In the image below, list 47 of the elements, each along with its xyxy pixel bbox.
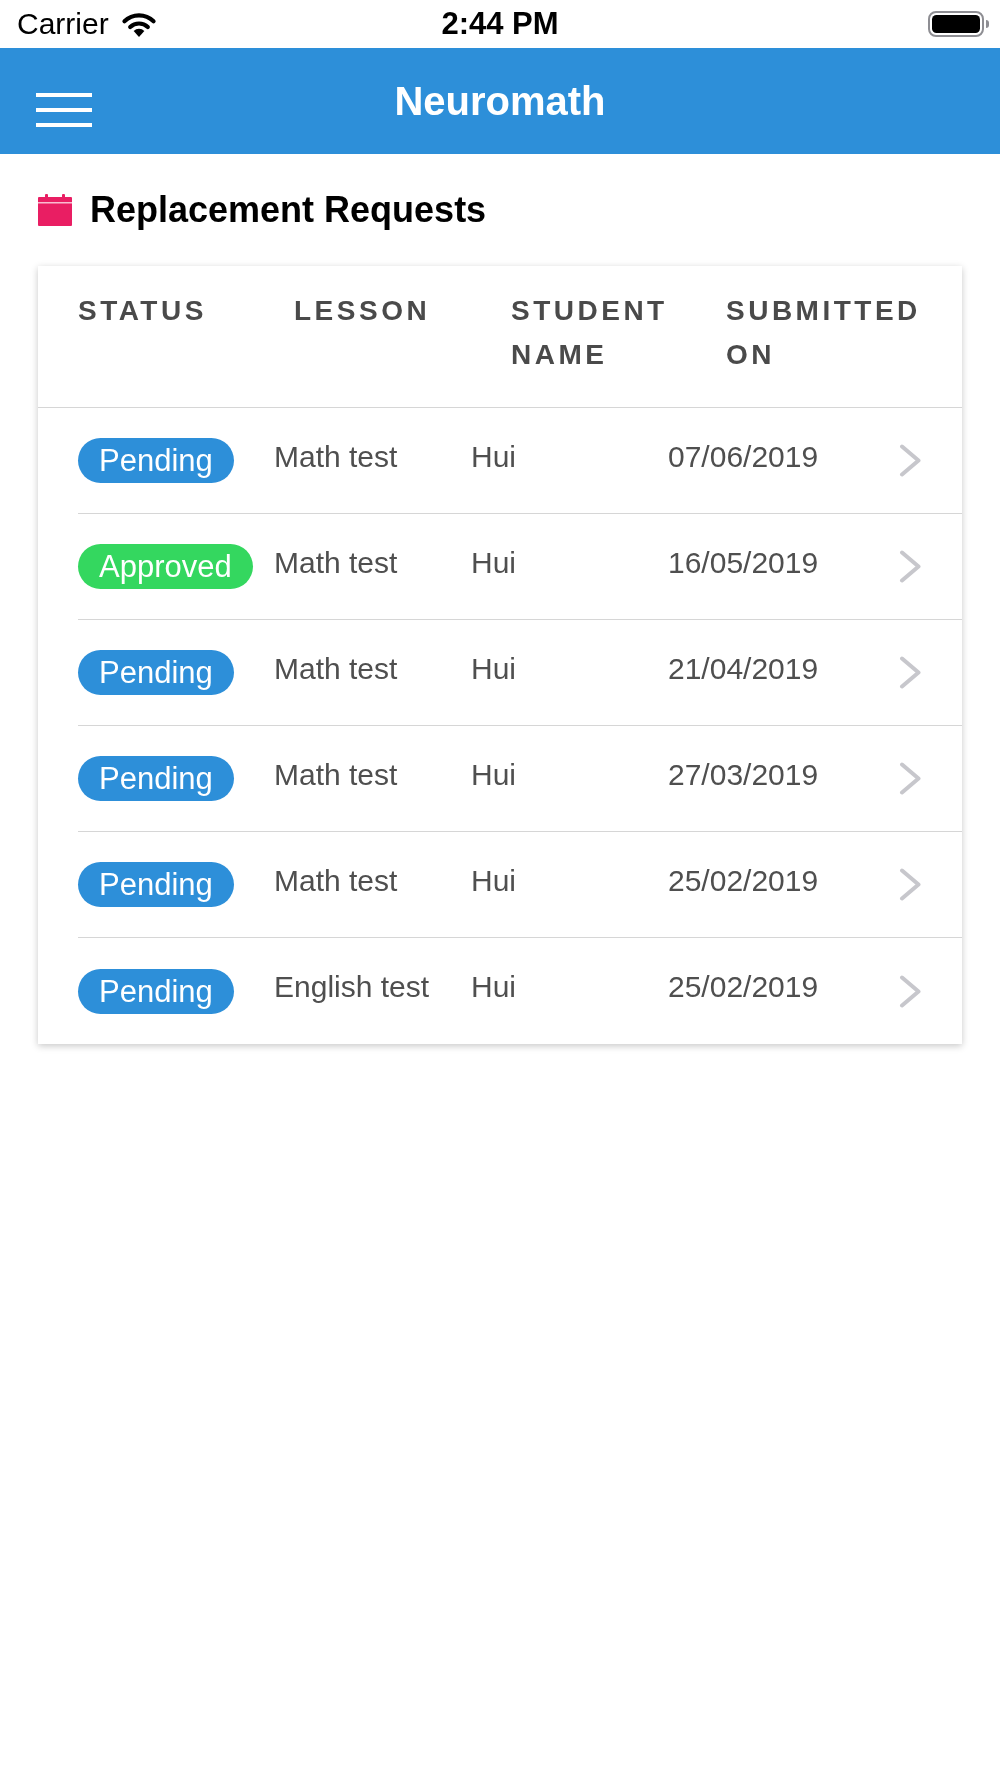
- column-header: LESSON: [294, 294, 432, 328]
- column-header: SUBMITTED ON: [726, 294, 922, 372]
- column-header: STATUS: [78, 294, 208, 328]
- app-title: Neuromath: [394, 78, 606, 125]
- section-title: Replacement Requests: [90, 190, 487, 230]
- lesson-cell: Math test: [274, 862, 398, 899]
- status-badge: Pending: [78, 756, 234, 801]
- column-header: STUDENT NAME: [511, 294, 669, 372]
- student-name-cell: Hui: [471, 544, 516, 581]
- request-row[interactable]: Pending Math test Hui 21/04/2019: [78, 620, 962, 726]
- lesson-cell: Math test: [274, 544, 398, 581]
- lesson-cell: Math test: [274, 438, 398, 475]
- chevron-icon: [899, 974, 922, 1008]
- chevron-icon: [899, 550, 922, 583]
- date-cell: 25/02/2019: [668, 969, 819, 1005]
- status-badge: Pending: [78, 862, 234, 907]
- chevron-icon: [899, 656, 922, 689]
- student-name-cell: Hui: [471, 862, 516, 899]
- calendar-icon: [38, 194, 72, 226]
- status-badge: Pending: [78, 438, 234, 483]
- chevron-icon: [899, 762, 922, 795]
- lesson-cell: Math test: [274, 650, 398, 687]
- lesson-cell: English test: [274, 969, 430, 1005]
- date-cell: 16/05/2019: [668, 544, 819, 581]
- chevron-icon: [899, 444, 922, 477]
- student-name-cell: Hui: [471, 969, 516, 1005]
- request-row[interactable]: Pending Math test Hui 07/06/2019: [78, 408, 962, 514]
- student-name-cell: Hui: [471, 650, 516, 687]
- menu-icon[interactable]: [36, 93, 92, 127]
- status-badge: Pending: [78, 650, 234, 695]
- date-cell: 07/06/2019: [668, 438, 819, 475]
- status-time: 2:44 PM: [441, 6, 559, 42]
- battery-icon: [928, 11, 990, 37]
- date-cell: 25/02/2019: [668, 862, 819, 899]
- lesson-cell: Math test: [274, 756, 398, 793]
- status-badge: Pending: [78, 968, 234, 1014]
- chevron-icon: [899, 868, 922, 901]
- request-row[interactable]: Approved Math test Hui 16/05/2019: [78, 514, 962, 620]
- request-row[interactable]: Pending Math test Hui 25/02/2019: [78, 832, 962, 938]
- student-name-cell: Hui: [471, 756, 516, 793]
- date-cell: 27/03/2019: [668, 756, 819, 793]
- carrier-label: Carrier: [17, 6, 109, 42]
- status-badge: Approved: [78, 544, 253, 589]
- request-row[interactable]: Pending English test Hui 25/02/2019: [78, 938, 962, 1044]
- date-cell: 21/04/2019: [668, 650, 819, 687]
- student-name-cell: Hui: [471, 438, 516, 475]
- request-row[interactable]: Pending Math test Hui 27/03/2019: [78, 726, 962, 832]
